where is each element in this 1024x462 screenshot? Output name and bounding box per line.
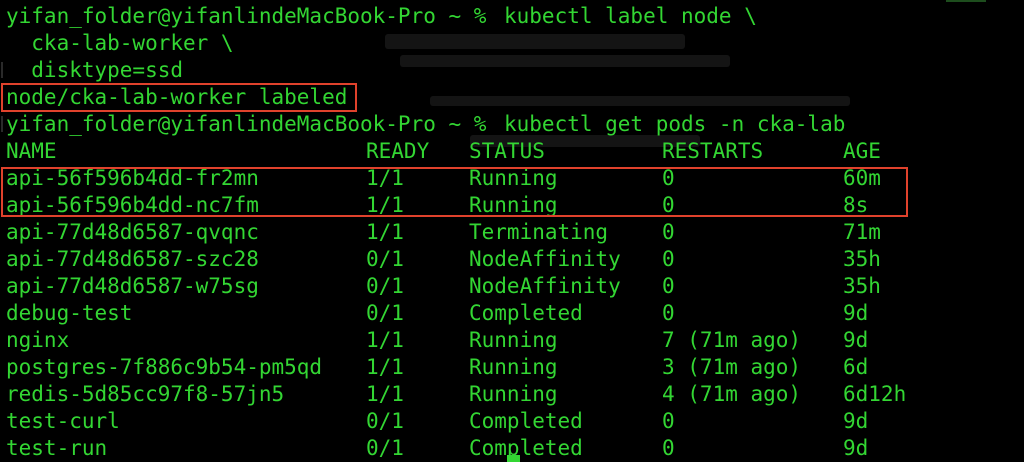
table-row: api-77d48d6587-qvqnc 1/1 Terminating 0 7…	[6, 219, 881, 246]
pod-age: 9d	[843, 409, 869, 433]
pod-age: 6d	[843, 355, 869, 379]
pod-name: api-77d48d6587-qvqnc	[6, 220, 259, 244]
pod-restarts: 3 (71m ago)	[662, 355, 802, 379]
pod-age: 6d12h	[843, 382, 907, 406]
pod-age: 9d	[843, 301, 869, 325]
header-name: NAME	[6, 139, 57, 163]
pod-restarts: 0	[662, 274, 675, 298]
table-row: test-run 0/1 Completed 0 9d	[6, 435, 868, 462]
command-continuation: cka-lab-worker \	[6, 30, 233, 57]
pod-name: redis-5d85cc97f8-57jn5	[6, 382, 285, 406]
command-text: disktype=ssd	[6, 58, 184, 82]
table-row: api-77d48d6587-szc28 0/1 NodeAffinity 0 …	[6, 246, 881, 273]
background-shadow	[430, 96, 850, 106]
pod-ready: 0/1	[366, 274, 404, 298]
previous-output-fragment	[946, 0, 986, 2]
table-row: nginx 1/1 Running 7 (71m ago) 9d	[6, 327, 868, 354]
pod-restarts: 4 (71m ago)	[662, 382, 802, 406]
prompt: yifan_folder@yifanlindeMacBook-Pro ~ %	[6, 112, 500, 136]
command-continuation: disktype=ssd	[6, 57, 183, 84]
terminal-window[interactable]: yifan_folder@yifanlindeMacBook-Pro ~ % k…	[0, 0, 1024, 462]
pod-name: api-77d48d6587-szc28	[6, 247, 259, 271]
pod-ready: 0/1	[366, 436, 404, 460]
pod-status: Terminating	[469, 220, 609, 244]
pod-name: api-77d48d6587-w75sg	[6, 274, 259, 298]
pod-restarts: 0	[662, 409, 675, 433]
table-row: debug-test 0/1 Completed 0 9d	[6, 300, 868, 327]
pod-name: nginx	[6, 328, 70, 352]
table-row: test-curl 0/1 Completed 0 9d	[6, 408, 868, 435]
pod-ready: 1/1	[366, 355, 404, 379]
pod-ready: 0/1	[366, 301, 404, 325]
pod-name: postgres-7f886c9b54-pm5qd	[6, 355, 323, 379]
pod-age: 35h	[843, 247, 881, 271]
background-shadow	[400, 55, 730, 67]
header-status: STATUS	[469, 139, 545, 163]
pod-ready: 1/1	[366, 328, 404, 352]
pod-status: Running	[469, 328, 558, 352]
pod-age: 35h	[843, 274, 881, 298]
pod-age: 9d	[843, 328, 869, 352]
new-pods-highlight	[1, 167, 908, 217]
command-line[interactable]: yifan_folder@yifanlindeMacBook-Pro ~ % k…	[6, 3, 757, 30]
pod-status: Running	[469, 382, 558, 406]
pod-status: Completed	[469, 436, 583, 460]
pod-age: 71m	[843, 220, 881, 244]
pod-name: test-curl	[6, 409, 120, 433]
pod-name: debug-test	[6, 301, 133, 325]
header-age: AGE	[843, 139, 881, 163]
pod-name: test-run	[6, 436, 108, 460]
pod-ready: 1/1	[366, 382, 404, 406]
labeled-output-highlight	[1, 83, 357, 112]
selection-edge	[1, 116, 3, 132]
selection-edge	[1, 62, 3, 78]
pod-status: Completed	[469, 409, 583, 433]
pod-restarts: 7 (71m ago)	[662, 328, 802, 352]
table-header: NAME READY STATUS RESTARTS AGE	[6, 138, 881, 165]
pod-restarts: 0	[662, 247, 675, 271]
table-row: postgres-7f886c9b54-pm5qd 1/1 Running 3 …	[6, 354, 868, 381]
terminal-cursor	[507, 455, 520, 462]
pod-restarts: 0	[662, 436, 675, 460]
prompt: yifan_folder@yifanlindeMacBook-Pro ~ %	[6, 4, 500, 28]
pod-status: NodeAffinity	[469, 247, 621, 271]
pod-ready: 1/1	[366, 220, 404, 244]
pod-ready: 0/1	[366, 409, 404, 433]
pod-status: NodeAffinity	[469, 274, 621, 298]
pod-restarts: 0	[662, 301, 675, 325]
command-text: kubectl get pods -n cka-lab	[504, 112, 846, 136]
pod-status: Completed	[469, 301, 583, 325]
table-row: redis-5d85cc97f8-57jn5 1/1 Running 4 (71…	[6, 381, 906, 408]
command-text: kubectl label node \	[504, 4, 757, 28]
header-ready: READY	[366, 139, 430, 163]
pod-age: 9d	[843, 436, 869, 460]
pod-status: Running	[469, 355, 558, 379]
command-line[interactable]: yifan_folder@yifanlindeMacBook-Pro ~ % k…	[6, 111, 845, 138]
background-shadow	[385, 34, 685, 49]
pod-ready: 0/1	[366, 247, 404, 271]
pod-restarts: 0	[662, 220, 675, 244]
command-text: cka-lab-worker \	[6, 31, 234, 55]
header-restarts: RESTARTS	[662, 139, 764, 163]
table-row: api-77d48d6587-w75sg 0/1 NodeAffinity 0 …	[6, 273, 881, 300]
